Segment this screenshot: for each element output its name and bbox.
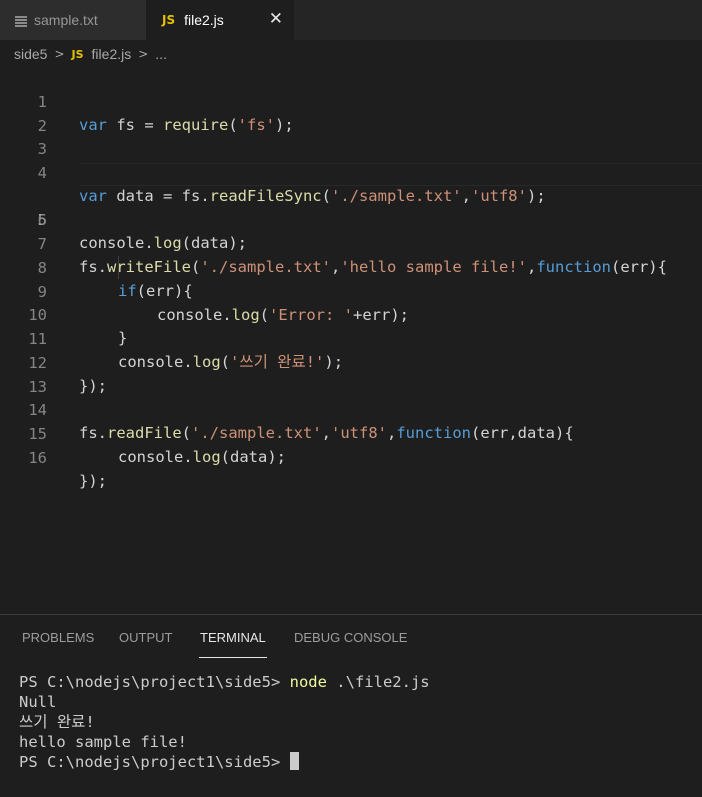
tab-label: sample.txt: [34, 12, 98, 28]
code-text: console.log(data);: [118, 448, 286, 466]
terminal-cursor: [289, 752, 299, 770]
code-line-5: 5 console.log(data);: [0, 163, 702, 252]
breadcrumb: side5 > JS file2.js > ...: [0, 40, 702, 68]
code-line-10: 10 }: [0, 281, 702, 347]
terminal-output[interactable]: PS C:\nodejs\project1\side5> node .\file…: [19, 672, 430, 772]
chevron-right-icon: >: [138, 47, 149, 61]
code-line-15: 15 console.log(data);: [0, 400, 702, 466]
code-line-12: 12 });: [0, 329, 702, 395]
code-line-16: 16 });: [0, 424, 702, 490]
code-line-4: 4 var data = fs.readFileSync('./sample.t…: [0, 139, 702, 205]
code-line-14: 14 fs.readFile('./sample.txt','utf8',fun…: [0, 376, 702, 442]
active-tab-indicator: [199, 657, 267, 658]
code-line-9: 9 console.log('Error: '+err);: [0, 258, 702, 324]
chevron-right-icon: >: [54, 47, 65, 61]
tab-debug-console[interactable]: DEBUG CONSOLE: [294, 630, 407, 645]
editor-tab-bar: sample.txt JS file2.js ✕: [0, 0, 702, 40]
code-line-3: 3: [0, 115, 702, 158]
code-editor[interactable]: 1 var fs = require('fs'); 2 3 4 var data…: [0, 68, 702, 614]
terminal-line: hello sample file!: [19, 733, 187, 751]
code-line-1: 1 var fs = require('fs');: [0, 68, 702, 134]
tab-sample-txt[interactable]: sample.txt: [0, 0, 146, 40]
code-line-7: 7 fs.writeFile('./sample.txt','hello sam…: [0, 210, 702, 276]
tab-label: file2.js: [184, 12, 224, 28]
code-line-8: 8 if(err){: [0, 234, 702, 300]
line-number: 16: [28, 449, 47, 467]
js-file-icon: JS: [71, 47, 84, 61]
code-text: });: [79, 472, 107, 490]
text-file-icon: [14, 13, 27, 28]
terminal-line: Null: [19, 693, 57, 711]
terminal-line: PS C:\nodejs\project1\side5>: [19, 752, 430, 772]
js-file-icon: JS: [162, 13, 176, 27]
terminal-line: PS C:\nodejs\project1\side5> node .\file…: [19, 673, 430, 691]
breadcrumb-folder[interactable]: side5: [14, 46, 47, 62]
code-line-13: 13: [0, 353, 702, 396]
tab-file2-js[interactable]: JS file2.js ✕: [146, 0, 294, 40]
close-icon[interactable]: ✕: [269, 8, 283, 30]
breadcrumb-more[interactable]: ...: [155, 46, 167, 62]
terminal-line: 쓰기 완료!: [19, 713, 95, 731]
tab-terminal[interactable]: TERMINAL: [200, 630, 266, 645]
current-line-highlight: [79, 163, 702, 186]
code-line-6: 6: [0, 186, 702, 229]
tab-output[interactable]: OUTPUT: [119, 630, 172, 645]
panel-tab-bar: PROBLEMS OUTPUT TERMINAL DEBUG CONSOLE: [0, 615, 702, 660]
code-line-11: 11 console.log('쓰기 완료!');: [0, 305, 702, 371]
code-line-2: 2: [0, 92, 702, 135]
tab-problems[interactable]: PROBLEMS: [22, 630, 94, 645]
breadcrumb-file[interactable]: file2.js: [92, 46, 132, 62]
